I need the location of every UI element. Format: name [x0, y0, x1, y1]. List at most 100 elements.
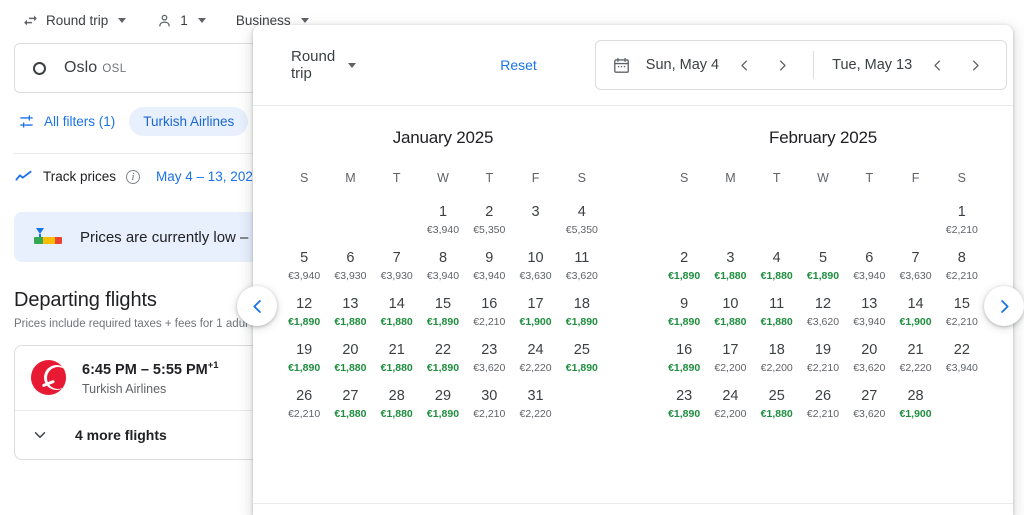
calendar-day-price: €1,890: [426, 362, 460, 374]
departure-date-segment[interactable]: Sun, May 4: [642, 52, 799, 78]
calendar-day-cell[interactable]: 17 €2,200: [707, 339, 753, 385]
calendar-day-cell[interactable]: 27 €3,620: [846, 385, 892, 431]
calendar-day-cell[interactable]: 6 €3,930: [327, 247, 373, 293]
calendar-day-number: 3: [726, 250, 735, 266]
calendar-day-cell[interactable]: 31 €2,220: [512, 385, 558, 431]
flight-airline-name: Turkish Airlines: [82, 381, 167, 396]
calendar-day-cell[interactable]: 6 €3,940: [846, 247, 892, 293]
calendar-day-cell[interactable]: 3 €1,880: [707, 247, 753, 293]
calendar-day-cell[interactable]: 4 €5,350: [559, 201, 605, 247]
calendar-day-cell[interactable]: 8 €3,940: [420, 247, 466, 293]
passenger-selector[interactable]: 1: [148, 8, 214, 33]
calendar-day-cell[interactable]: 2 €1,890: [661, 247, 707, 293]
calendar-day-number: 6: [865, 250, 874, 266]
calendar-day-cell[interactable]: 29 €1,890: [420, 385, 466, 431]
calendar-day-cell[interactable]: 17 €1,900: [512, 293, 558, 339]
calendar-day-cell[interactable]: 16 €1,890: [661, 339, 707, 385]
trip-type-selector[interactable]: Round trip: [14, 8, 134, 33]
calendar-trip-type-selector[interactable]: Round trip: [283, 42, 364, 88]
calendar-day-price: €2,210: [945, 316, 978, 328]
calendar-day-cell[interactable]: 4 €1,880: [754, 247, 800, 293]
calendar-day-price: €1,880: [380, 408, 413, 420]
info-icon[interactable]: i: [126, 169, 141, 184]
calendar-day-cell[interactable]: 1 €3,940: [420, 201, 466, 247]
calendar-day-cell[interactable]: 12 €3,620: [800, 293, 846, 339]
calendar-day-cell[interactable]: 13 €3,940: [846, 293, 892, 339]
calendar-day-cell[interactable]: 28 €1,880: [374, 385, 420, 431]
calendar-day-price: €2,210: [806, 408, 840, 420]
calendar-day-price: €2,220: [519, 408, 552, 420]
calendar-day-cell[interactable]: 23 €1,890: [661, 385, 707, 431]
calendar-day-cell[interactable]: 23 €3,620: [466, 339, 512, 385]
calendar-day-cell[interactable]: 26 €2,210: [800, 385, 846, 431]
departure-prev-day-button[interactable]: [731, 52, 757, 78]
calendar-day-cell[interactable]: 1 €2,210: [939, 201, 985, 247]
filter-chip-airline[interactable]: Turkish Airlines: [129, 107, 249, 136]
calendar-day-cell[interactable]: 8 €2,210: [939, 247, 985, 293]
origin-code: OSL: [102, 63, 127, 75]
calendar-day-cell[interactable]: 19 €1,890: [281, 339, 327, 385]
calendar-day-cell[interactable]: 7 €3,630: [892, 247, 938, 293]
calendar-day-cell[interactable]: 19 €2,210: [800, 339, 846, 385]
calendar-day-cell[interactable]: 21 €1,880: [374, 339, 420, 385]
calendar-next-page-button[interactable]: [984, 286, 1024, 326]
calendar-day-cell[interactable]: 21 €2,220: [892, 339, 938, 385]
calendar-day-number: 27: [861, 388, 878, 404]
calendar-day-cell[interactable]: 20 €1,880: [327, 339, 373, 385]
calendar-day-number: 26: [296, 388, 313, 404]
calendar-day-cell[interactable]: 5 €3,940: [281, 247, 327, 293]
calendar-day-cell[interactable]: 10 €3,630: [512, 247, 558, 293]
calendar-day-cell[interactable]: 7 €3,930: [374, 247, 420, 293]
calendar-day-cell[interactable]: 20 €3,620: [846, 339, 892, 385]
panel-bottom-divider: [253, 503, 1013, 504]
calendar-day-cell[interactable]: 25 €1,890: [559, 339, 605, 385]
calendar-day-cell[interactable]: 16 €2,210: [466, 293, 512, 339]
calendar-day-price: €1,890: [668, 408, 701, 420]
calendar-day-cell[interactable]: 24 €2,220: [512, 339, 558, 385]
calendar-day-cell[interactable]: 12 €1,890: [281, 293, 327, 339]
return-next-day-button[interactable]: [962, 52, 988, 78]
calendar-day-cell[interactable]: 27 €1,880: [327, 385, 373, 431]
chevron-down-icon: [348, 62, 357, 68]
calendar-day-number: 13: [861, 296, 878, 312]
calendar-day-cell[interactable]: 10 €1,880: [707, 293, 753, 339]
calendar-day-cell[interactable]: 18 €1,890: [559, 293, 605, 339]
price-gauge-icon: [34, 228, 64, 246]
calendar-day-cell[interactable]: 14 €1,880: [374, 293, 420, 339]
calendar-day-cell[interactable]: 13 €1,880: [327, 293, 373, 339]
calendar-day-price: €2,210: [288, 408, 321, 420]
calendar-day-cell[interactable]: 26 €2,210: [281, 385, 327, 431]
calendar-day-cell[interactable]: 2 €5,350: [466, 201, 512, 247]
calendar-day-cell[interactable]: 18 €2,200: [754, 339, 800, 385]
calendar-day-cell[interactable]: 24 €2,200: [707, 385, 753, 431]
calendar-day-cell[interactable]: 11 €3,620: [559, 247, 605, 293]
calendar-day-cell[interactable]: 9 €3,940: [466, 247, 512, 293]
flight-day-offset: +1: [207, 360, 219, 371]
calendar-day-price: €5,350: [473, 224, 506, 236]
calendar-day-cell[interactable]: 15 €2,210: [939, 293, 985, 339]
track-date-range[interactable]: May 4 – 13, 2025: [156, 169, 260, 184]
calendar-day-number: 1: [438, 204, 448, 220]
departure-next-day-button[interactable]: [769, 52, 795, 78]
calendar-day-number: 5: [300, 250, 309, 266]
calendar-day-cell[interactable]: 9 €1,890: [661, 293, 707, 339]
calendar-day-price: €1,900: [519, 316, 552, 328]
calendar-day-cell[interactable]: 28 €1,900: [892, 385, 938, 431]
calendar-day-price: €3,940: [473, 270, 506, 282]
all-filters-button[interactable]: All filters (1): [14, 109, 119, 134]
calendar-day-cell[interactable]: 15 €1,890: [420, 293, 466, 339]
calendar-day-cell[interactable]: 30 €2,210: [466, 385, 512, 431]
reset-button[interactable]: Reset: [492, 51, 545, 79]
calendar-day-cell[interactable]: 11 €1,880: [754, 293, 800, 339]
calendar-day-cell[interactable]: 25 €1,880: [754, 385, 800, 431]
calendar-day-cell[interactable]: 14 €1,900: [892, 293, 938, 339]
calendar-day-cell[interactable]: 3: [512, 201, 558, 247]
calendar-day-price: €1,880: [714, 316, 747, 328]
calendar-day-number: 30: [481, 388, 498, 404]
calendar-day-cell[interactable]: 22 €3,940: [939, 339, 985, 385]
calendar-day-cell[interactable]: 5 €1,890: [800, 247, 846, 293]
calendar-day-cell[interactable]: 22 €1,890: [420, 339, 466, 385]
calendar-prev-page-button[interactable]: [237, 286, 277, 326]
return-prev-day-button[interactable]: [924, 52, 950, 78]
return-date-segment[interactable]: Tue, May 13: [828, 52, 992, 78]
